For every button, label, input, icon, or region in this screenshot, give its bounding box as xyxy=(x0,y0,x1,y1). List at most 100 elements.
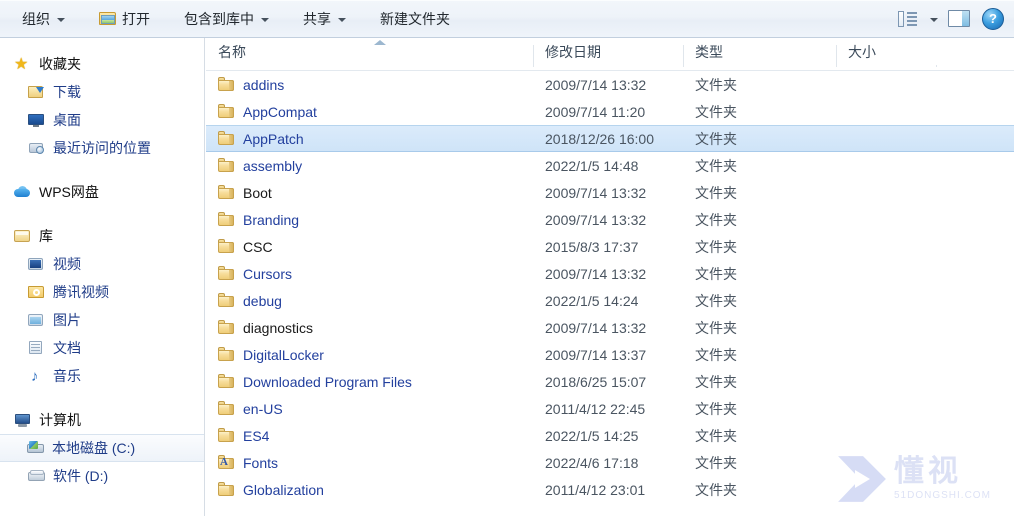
share-button[interactable]: 共享 xyxy=(293,6,356,32)
cell-name: Cursors xyxy=(206,266,533,282)
sidebar-item-local-disk-c[interactable]: 本地磁盘 (C:) xyxy=(0,434,204,462)
folder-icon xyxy=(218,293,235,308)
cell-date-modified: 2009/7/14 13:32 xyxy=(545,184,647,201)
folder-icon xyxy=(218,401,235,416)
sidebar-item-wps-cloud[interactable]: WPS网盘 xyxy=(0,178,204,206)
sidebar-item-documents[interactable]: 文档 xyxy=(0,334,204,362)
sidebar-item-drive-d[interactable]: 软件 (D:) xyxy=(0,462,204,490)
sidebar-item-tencent-video[interactable]: 腾讯视频 xyxy=(0,278,204,306)
preview-pane-button[interactable] xyxy=(942,6,976,32)
sidebar-group-label: 计算机 xyxy=(39,412,81,428)
table-row[interactable]: CSC 2015/8/3 17:37 文件夹 xyxy=(206,233,1014,260)
table-row[interactable]: AppCompat 2009/7/14 11:20 文件夹 xyxy=(206,98,1014,125)
navigation-pane[interactable]: ★ 收藏夹 下载 桌面 最近访问的位置 WPS网盘 库 视频 腾讯视频 图片 文… xyxy=(0,38,205,516)
sidebar-item-music[interactable]: ♪ 音乐 xyxy=(0,362,204,390)
table-row[interactable]: en-US 2011/4/12 22:45 文件夹 xyxy=(206,395,1014,422)
file-name-label: en-US xyxy=(243,400,283,417)
cell-type: 文件夹 xyxy=(695,130,737,147)
table-row[interactable]: Downloaded Program Files 2018/6/25 15:07 文… xyxy=(206,368,1014,395)
cell-type: 文件夹 xyxy=(695,427,737,444)
file-name-label: AppPatch xyxy=(243,130,304,147)
sidebar-item-label: 本地磁盘 (C:) xyxy=(52,440,136,456)
table-row[interactable]: AppPatch 2018/12/26 16:00 文件夹 xyxy=(206,125,1014,152)
column-header-name[interactable]: 名称 xyxy=(206,42,533,70)
documents-library-icon xyxy=(28,340,46,356)
cell-type: 文件夹 xyxy=(695,400,737,417)
table-row[interactable]: Cursors 2009/7/14 13:32 文件夹 xyxy=(206,260,1014,287)
cell-type: 文件夹 xyxy=(695,76,737,93)
sidebar-item-label: WPS网盘 xyxy=(39,184,99,200)
table-row[interactable]: ES4 2022/1/5 14:25 文件夹 xyxy=(206,422,1014,449)
table-row[interactable]: diagnostics 2009/7/14 13:32 文件夹 xyxy=(206,314,1014,341)
change-view-button[interactable] xyxy=(890,6,924,32)
recent-places-icon xyxy=(28,140,46,156)
library-icon xyxy=(14,228,32,244)
table-row[interactable]: debug 2022/1/5 14:24 文件夹 xyxy=(206,287,1014,314)
table-row[interactable]: Globalization 2011/4/12 23:01 文件夹 xyxy=(206,476,1014,503)
file-rows-container[interactable]: addins 2009/7/14 13:32 文件夹 AppCompat 2009/7/… xyxy=(206,71,1014,516)
sidebar-item-label: 软件 (D:) xyxy=(53,468,109,484)
sidebar-group-label: 收藏夹 xyxy=(39,56,81,72)
file-name-label: assembly xyxy=(243,157,303,174)
open-label: 打开 xyxy=(122,10,150,27)
table-row[interactable]: Branding 2009/7/14 13:32 文件夹 xyxy=(206,206,1014,233)
cell-date-modified: 2009/7/14 13:32 xyxy=(545,76,647,93)
table-row[interactable]: Boot 2009/7/14 13:32 文件夹 xyxy=(206,179,1014,206)
file-name-label: Globalization xyxy=(243,481,324,498)
cell-date-modified: 2009/7/14 13:32 xyxy=(545,211,647,228)
organize-button[interactable]: 组织 xyxy=(12,6,75,32)
sidebar-group-favorites[interactable]: ★ 收藏夹 xyxy=(0,50,204,78)
cell-name: diagnostics xyxy=(206,320,533,336)
cell-type: 文件夹 xyxy=(695,481,737,498)
column-header-size[interactable]: 大小 xyxy=(836,42,936,70)
column-header-label: 类型 xyxy=(695,44,723,60)
cell-type: 文件夹 xyxy=(695,238,737,255)
column-header-date-modified[interactable]: 修改日期 xyxy=(533,42,683,70)
preview-pane-icon xyxy=(948,10,970,27)
cell-date-modified: 2009/7/14 13:32 xyxy=(545,265,647,282)
folder-icon xyxy=(218,131,235,146)
cell-date-modified: 2009/7/14 13:37 xyxy=(545,346,647,363)
sidebar-item-pictures[interactable]: 图片 xyxy=(0,306,204,334)
cell-date-modified: 2022/1/5 14:25 xyxy=(545,427,639,444)
table-row[interactable]: assembly 2022/1/5 14:48 文件夹 xyxy=(206,152,1014,179)
folder-icon xyxy=(218,347,235,362)
chevron-down-icon xyxy=(338,17,346,22)
sidebar-item-downloads[interactable]: 下载 xyxy=(0,78,204,106)
column-header-filler xyxy=(936,62,1014,70)
open-button[interactable]: 打开 xyxy=(89,6,160,32)
table-row[interactable]: DigitalLocker 2009/7/14 13:37 文件夹 xyxy=(206,341,1014,368)
sidebar-item-label: 视频 xyxy=(53,256,81,272)
include-in-library-label: 包含到库中 xyxy=(184,10,254,27)
change-view-dropdown-button[interactable] xyxy=(924,6,942,32)
cell-name: Globalization xyxy=(206,482,533,498)
sidebar-item-videos[interactable]: 视频 xyxy=(0,250,204,278)
column-header-type[interactable]: 类型 xyxy=(683,42,836,70)
chevron-down-icon xyxy=(57,17,65,22)
table-row[interactable]: addins 2009/7/14 13:32 文件夹 xyxy=(206,71,1014,98)
cell-date-modified: 2022/1/5 14:48 xyxy=(545,157,639,174)
folder-icon xyxy=(218,185,235,200)
chevron-down-icon xyxy=(261,17,269,22)
cell-date-modified: 2022/1/5 14:24 xyxy=(545,292,639,309)
new-folder-button[interactable]: 新建文件夹 xyxy=(370,6,460,32)
sidebar-item-label: 文档 xyxy=(53,340,81,356)
file-list-pane[interactable]: 名称 修改日期 类型 大小 addins 2009/7/14 13:32 文件夹 Ap… xyxy=(206,38,1014,516)
folder-icon xyxy=(218,104,235,119)
explorer-window: 组织 打开 包含到库中 共享 新建文件夹 ? ★ 收藏夹 下载 桌面 最近访问的… xyxy=(0,0,1014,516)
column-header-label: 名称 xyxy=(218,44,246,60)
cell-type: 文件夹 xyxy=(695,454,737,471)
sidebar-group-computer[interactable]: 计算机 xyxy=(0,406,204,434)
fonts-folder-icon: A xyxy=(218,455,235,470)
table-row[interactable]: A Fonts 2022/4/6 17:18 文件夹 xyxy=(206,449,1014,476)
column-header-row: 名称 修改日期 类型 大小 xyxy=(206,38,1014,71)
folder-icon xyxy=(218,482,235,497)
cell-name: AppCompat xyxy=(206,104,533,120)
help-button[interactable] xyxy=(976,6,1010,32)
file-name-label: DigitalLocker xyxy=(243,346,324,363)
sidebar-group-libraries[interactable]: 库 xyxy=(0,222,204,250)
sidebar-item-desktop[interactable]: 桌面 xyxy=(0,106,204,134)
cell-type: 文件夹 xyxy=(695,319,737,336)
include-in-library-button[interactable]: 包含到库中 xyxy=(174,6,279,32)
sidebar-item-recent-places[interactable]: 最近访问的位置 xyxy=(0,134,204,162)
